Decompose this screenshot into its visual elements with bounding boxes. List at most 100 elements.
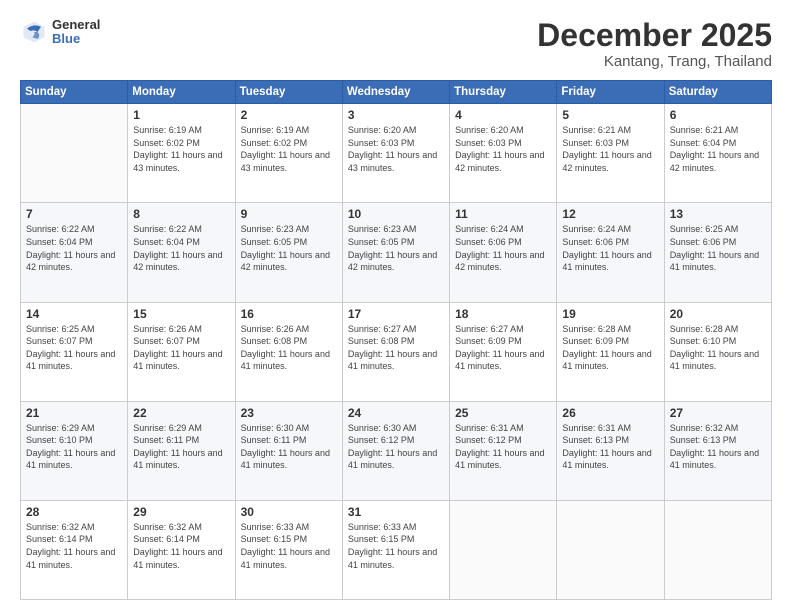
day-info: Sunrise: 6:24 AMSunset: 6:06 PMDaylight:… [562,223,658,273]
day-info: Sunrise: 6:22 AMSunset: 6:04 PMDaylight:… [133,223,229,273]
day-info: Sunrise: 6:32 AMSunset: 6:13 PMDaylight:… [670,422,766,472]
day-number: 21 [26,406,122,420]
day-info: Sunrise: 6:19 AMSunset: 6:02 PMDaylight:… [133,124,229,174]
calendar-cell: 17Sunrise: 6:27 AMSunset: 6:08 PMDayligh… [342,302,449,401]
month-title: December 2025 [537,18,772,53]
calendar-cell: 1 Sunrise: 6:19 AMSunset: 6:02 PMDaylight… [128,104,235,203]
calendar-cell: 24 Sunrise: 6:30 AMSunset: 6:12 PMDayligh… [342,401,449,500]
day-number: 1 [133,108,229,122]
calendar-cell: 18 Sunrise: 6:27 AMSunset: 6:09 PMDayligh… [450,302,557,401]
day-info: Sunrise: 6:29 AMSunset: 6:10 PMDaylight:… [26,422,122,472]
calendar-table: SundayMondayTuesdayWednesdayThursdayFrid… [20,80,772,600]
day-number: 4 [455,108,551,122]
calendar-week-row: 21 Sunrise: 6:29 AMSunset: 6:10 PMDayligh… [21,401,772,500]
day-number: 24 [348,406,444,420]
calendar-cell: 28Sunrise: 6:32 AMSunset: 6:14 PMDayligh… [21,500,128,599]
day-info: Sunrise: 6:28 AMSunset: 6:09 PMDaylight:… [562,323,658,373]
day-info: Sunrise: 6:21 AMSunset: 6:03 PMDaylight:… [562,124,658,174]
day-info: Sunrise: 6:30 AMSunset: 6:11 PMDaylight:… [241,422,337,472]
calendar-cell: 9 Sunrise: 6:23 AMSunset: 6:05 PMDaylight… [235,203,342,302]
day-info: Sunrise: 6:33 AMSunset: 6:15 PMDaylight:… [348,521,444,571]
day-number: 14 [26,307,122,321]
calendar-week-row: 14 Sunrise: 6:25 AMSunset: 6:07 PMDayligh… [21,302,772,401]
calendar-week-row: 1 Sunrise: 6:19 AMSunset: 6:02 PMDaylight… [21,104,772,203]
day-number: 5 [562,108,658,122]
calendar-cell: 3 Sunrise: 6:20 AMSunset: 6:03 PMDaylight… [342,104,449,203]
day-number: 26 [562,406,658,420]
calendar-cell: 29 Sunrise: 6:32 AMSunset: 6:14 PMDayligh… [128,500,235,599]
calendar-cell: 11 Sunrise: 6:24 AMSunset: 6:06 PMDayligh… [450,203,557,302]
page: General Blue December 2025 Kantang, Tran… [0,0,792,612]
calendar-cell: 14 Sunrise: 6:25 AMSunset: 6:07 PMDayligh… [21,302,128,401]
day-info: Sunrise: 6:23 AMSunset: 6:05 PMDaylight:… [241,223,337,273]
calendar-cell: 21 Sunrise: 6:29 AMSunset: 6:10 PMDayligh… [21,401,128,500]
day-info: Sunrise: 6:31 AMSunset: 6:13 PMDaylight:… [562,422,658,472]
calendar-cell: 15 Sunrise: 6:26 AMSunset: 6:07 PMDayligh… [128,302,235,401]
day-header-friday: Friday [557,81,664,104]
calendar-cell: 23 Sunrise: 6:30 AMSunset: 6:11 PMDayligh… [235,401,342,500]
day-info: Sunrise: 6:20 AMSunset: 6:03 PMDaylight:… [348,124,444,174]
day-info: Sunrise: 6:20 AMSunset: 6:03 PMDaylight:… [455,124,551,174]
calendar-cell: 2 Sunrise: 6:19 AMSunset: 6:02 PMDaylight… [235,104,342,203]
day-info: Sunrise: 6:25 AMSunset: 6:06 PMDaylight:… [670,223,766,273]
calendar-cell: 16 Sunrise: 6:26 AMSunset: 6:08 PMDayligh… [235,302,342,401]
day-number: 20 [670,307,766,321]
day-number: 6 [670,108,766,122]
calendar-cell: 20 Sunrise: 6:28 AMSunset: 6:10 PMDayligh… [664,302,771,401]
day-number: 15 [133,307,229,321]
calendar-cell: 4 Sunrise: 6:20 AMSunset: 6:03 PMDaylight… [450,104,557,203]
logo-blue-text: Blue [52,32,100,46]
day-number: 23 [241,406,337,420]
day-info: Sunrise: 6:32 AMSunset: 6:14 PMDaylight:… [133,521,229,571]
day-number: 18 [455,307,551,321]
day-number: 13 [670,207,766,221]
day-number: 28 [26,505,122,519]
calendar-cell: 5 Sunrise: 6:21 AMSunset: 6:03 PMDaylight… [557,104,664,203]
day-number: 12 [562,207,658,221]
title-block: December 2025 Kantang, Trang, Thailand [537,18,772,70]
day-info: Sunrise: 6:24 AMSunset: 6:06 PMDaylight:… [455,223,551,273]
day-info: Sunrise: 6:26 AMSunset: 6:08 PMDaylight:… [241,323,337,373]
day-info: Sunrise: 6:29 AMSunset: 6:11 PMDaylight:… [133,422,229,472]
day-header-tuesday: Tuesday [235,81,342,104]
location: Kantang, Trang, Thailand [537,53,772,70]
calendar-cell [664,500,771,599]
day-info: Sunrise: 6:30 AMSunset: 6:12 PMDaylight:… [348,422,444,472]
day-number: 25 [455,406,551,420]
day-info: Sunrise: 6:19 AMSunset: 6:02 PMDaylight:… [241,124,337,174]
logo-text: General Blue [52,18,100,47]
calendar-header-row: SundayMondayTuesdayWednesdayThursdayFrid… [21,81,772,104]
day-number: 29 [133,505,229,519]
day-header-wednesday: Wednesday [342,81,449,104]
day-header-monday: Monday [128,81,235,104]
day-info: Sunrise: 6:25 AMSunset: 6:07 PMDaylight:… [26,323,122,373]
day-number: 3 [348,108,444,122]
day-info: Sunrise: 6:21 AMSunset: 6:04 PMDaylight:… [670,124,766,174]
day-number: 31 [348,505,444,519]
day-number: 17 [348,307,444,321]
day-info: Sunrise: 6:22 AMSunset: 6:04 PMDaylight:… [26,223,122,273]
day-number: 16 [241,307,337,321]
day-number: 30 [241,505,337,519]
day-number: 22 [133,406,229,420]
calendar-cell: 19 Sunrise: 6:28 AMSunset: 6:09 PMDayligh… [557,302,664,401]
day-number: 2 [241,108,337,122]
calendar-cell: 30Sunrise: 6:33 AMSunset: 6:15 PMDayligh… [235,500,342,599]
day-number: 27 [670,406,766,420]
calendar-cell: 10Sunrise: 6:23 AMSunset: 6:05 PMDayligh… [342,203,449,302]
day-info: Sunrise: 6:27 AMSunset: 6:09 PMDaylight:… [455,323,551,373]
header: General Blue December 2025 Kantang, Tran… [20,18,772,70]
day-number: 11 [455,207,551,221]
day-number: 9 [241,207,337,221]
day-info: Sunrise: 6:31 AMSunset: 6:12 PMDaylight:… [455,422,551,472]
calendar-cell: 27 Sunrise: 6:32 AMSunset: 6:13 PMDayligh… [664,401,771,500]
calendar-cell: 12 Sunrise: 6:24 AMSunset: 6:06 PMDayligh… [557,203,664,302]
day-info: Sunrise: 6:26 AMSunset: 6:07 PMDaylight:… [133,323,229,373]
day-number: 19 [562,307,658,321]
calendar-cell: 26 Sunrise: 6:31 AMSunset: 6:13 PMDayligh… [557,401,664,500]
calendar-cell: 6 Sunrise: 6:21 AMSunset: 6:04 PMDaylight… [664,104,771,203]
day-number: 8 [133,207,229,221]
calendar-cell [450,500,557,599]
day-info: Sunrise: 6:28 AMSunset: 6:10 PMDaylight:… [670,323,766,373]
logo: General Blue [20,18,100,47]
